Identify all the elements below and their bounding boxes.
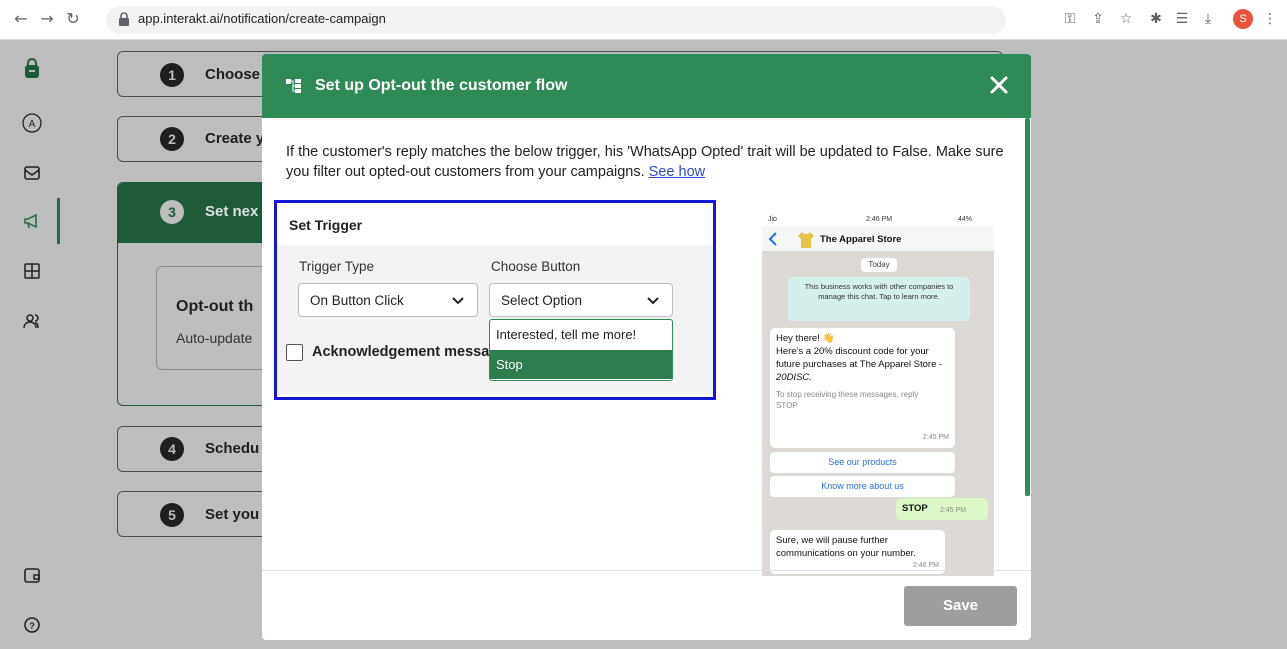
choose-button-select[interactable]: Select Option [489, 283, 673, 317]
chevron-down-icon [452, 297, 464, 305]
reload-icon[interactable]: ↻ [62, 8, 84, 30]
phone-status-bar: Jio 2:46 PM 44% [762, 214, 994, 226]
logo-bag-icon[interactable] [21, 58, 43, 80]
out-message-time: 2:45 PM [940, 507, 967, 514]
choose-button-label: Choose Button [491, 259, 581, 274]
store-name: The Apparel Store [820, 234, 902, 245]
step-5-number: 5 [160, 503, 184, 527]
msg1-greeting: Hey there! 👋 [776, 333, 835, 344]
forward-icon[interactable]: → [36, 8, 58, 30]
step-2-label: Create y [205, 130, 265, 147]
opt-out-card-subtitle: Auto-update [176, 330, 253, 346]
out-message-text: STOP [902, 503, 928, 514]
app-sidebar: A ? [0, 40, 62, 649]
step-4-label: Schedu [205, 440, 260, 457]
choose-button-value: Select Option [501, 293, 583, 308]
msg1-code: 20DISC. [776, 372, 812, 383]
download-icon[interactable]: ⤓ [1198, 9, 1218, 29]
share-icon[interactable]: ⇪ [1088, 9, 1108, 29]
opt-out-modal: Set up Opt-out the customer flow If the … [262, 54, 1031, 640]
trigger-type-label: Trigger Type [299, 259, 375, 274]
modal-header: Set up Opt-out the customer flow [262, 54, 1031, 118]
modal-title: Set up Opt-out the customer flow [315, 77, 568, 94]
phone-time: 2:46 PM [866, 216, 893, 223]
modal-scrollbar[interactable] [1025, 118, 1030, 496]
description-text: If the customer's reply matches the belo… [286, 144, 1004, 180]
outgoing-message: STOP 2:45 PM [896, 498, 988, 520]
see-how-link[interactable]: See how [649, 164, 705, 180]
star-icon[interactable]: ☆ [1116, 9, 1136, 29]
step-5-label: Set you [205, 506, 260, 523]
carrier: Jio [768, 216, 777, 223]
key-icon[interactable]: ⚿ [1060, 9, 1080, 29]
save-button[interactable]: Save [904, 586, 1017, 626]
wallet-icon[interactable] [21, 564, 43, 586]
tshirt-icon [798, 232, 814, 248]
chevron-down-icon [647, 297, 659, 305]
trigger-type-value: On Button Click [310, 293, 404, 308]
users-icon[interactable] [21, 310, 43, 332]
reading-list-icon[interactable]: ☰ [1172, 9, 1192, 29]
battery: 44% [958, 216, 973, 223]
see-products-button[interactable]: See our products [770, 452, 955, 473]
acknowledgement-label: Acknowledgement messag [312, 344, 499, 360]
modal-description: If the customer's reply matches the belo… [286, 142, 1006, 182]
whatsapp-preview: Jio 2:46 PM 44% The Apparel Store Today … [762, 214, 994, 576]
campaign-megaphone-icon[interactable] [21, 210, 43, 232]
account-a-icon[interactable]: A [21, 112, 43, 134]
dropdown-option-stop[interactable]: Stop [490, 350, 672, 379]
more-icon[interactable]: ⋮ [1260, 9, 1280, 29]
msg1-time: 2:45 PM [922, 434, 949, 441]
step-2-number: 2 [160, 127, 184, 151]
acknowledgement-checkbox[interactable] [286, 344, 303, 361]
flow-icon [286, 79, 301, 93]
dropdown-option-interested[interactable]: Interested, tell me more! [490, 320, 672, 349]
opt-out-card-title: Opt-out th [176, 298, 254, 315]
sidebar-active-indicator [57, 198, 60, 244]
step-4-number: 4 [160, 437, 184, 461]
step-3-number: 3 [160, 200, 184, 224]
step-3-label: Set nex [205, 203, 259, 220]
know-more-button[interactable]: Know more about us [770, 476, 955, 497]
chat-header: The Apparel Store [762, 226, 994, 252]
step-1-number: 1 [160, 63, 184, 87]
set-trigger-title: Set Trigger [289, 217, 363, 233]
inbox-icon[interactable] [21, 162, 43, 184]
msg1-body: Here's a 20% discount code for your futu… [776, 346, 943, 370]
extensions-icon[interactable]: ✱ [1146, 9, 1166, 29]
back-icon[interactable]: ← [10, 8, 32, 30]
browser-toolbar: ← → ↻ app.interakt.ai/notification/creat… [0, 0, 1287, 40]
choose-button-dropdown: Interested, tell me more! Stop [489, 319, 673, 381]
url-text[interactable]: app.interakt.ai/notification/create-camp… [138, 11, 386, 26]
step-1-label: Choose [205, 66, 261, 83]
today-chip: Today [861, 258, 897, 272]
close-icon[interactable] [988, 74, 1010, 96]
lock-icon [119, 12, 129, 26]
incoming-message-2: Sure, we will pause further communicatio… [770, 530, 945, 574]
trigger-type-select[interactable]: On Button Click [298, 283, 478, 317]
back-chevron-icon[interactable] [768, 232, 778, 246]
profile-avatar[interactable]: S [1233, 9, 1253, 29]
help-icon[interactable]: ? [21, 614, 43, 636]
svg-text:A: A [29, 119, 36, 130]
modal-footer-divider [262, 570, 1031, 571]
svg-text:?: ? [29, 621, 35, 631]
grid-icon[interactable] [21, 260, 43, 282]
incoming-message-1: Hey there! 👋 Here's a 20% discount code … [770, 328, 955, 448]
msg1-footer: To stop receiving these messages, reply … [776, 390, 919, 410]
business-notice: This business works with other companies… [788, 277, 970, 321]
set-trigger-section: Set Trigger Trigger Type Choose Button O… [274, 200, 716, 400]
msg2-text: Sure, we will pause further communicatio… [776, 535, 916, 559]
